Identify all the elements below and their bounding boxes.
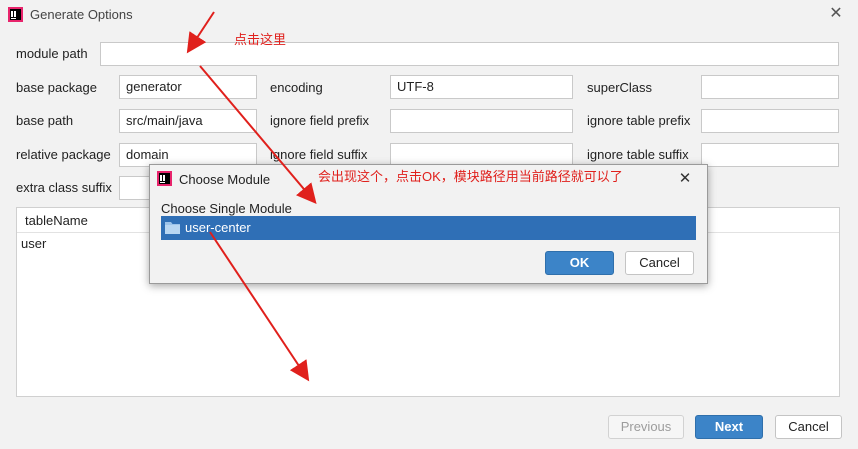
annotation-click-here: 点击这里 bbox=[234, 32, 287, 47]
arrow-to-dialog bbox=[199, 65, 317, 205]
annotation-instruction: 会出现这个，点击OK，模块路径用当前路径就可以了 bbox=[318, 169, 623, 184]
arrow-to-module-path bbox=[186, 11, 215, 54]
arrow-to-table bbox=[209, 231, 310, 382]
annotation-arrows bbox=[186, 11, 317, 382]
